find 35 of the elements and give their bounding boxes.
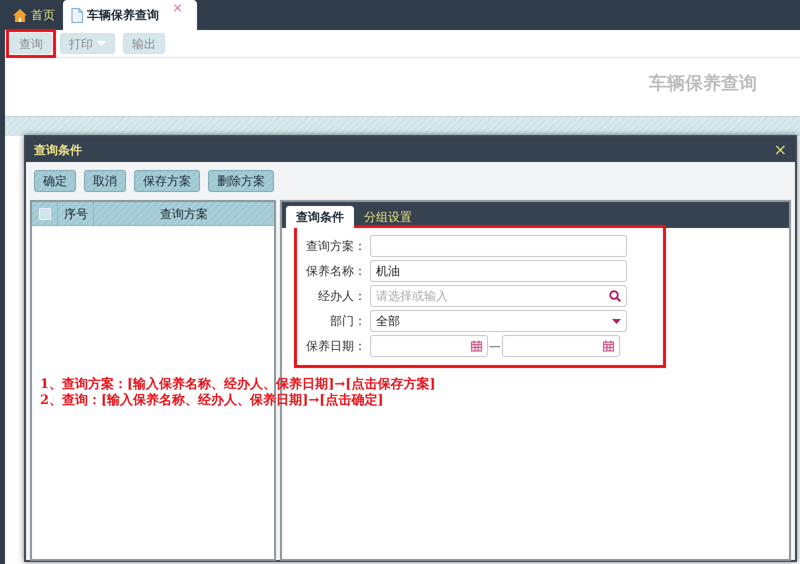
page-title: 车辆保养查询 [649,73,757,94]
dropdown-arrow-icon [612,318,621,324]
dialog-title: 查询条件 [34,142,82,158]
date-field[interactable] [502,335,620,357]
dialog-button[interactable]: 保存方案 [134,170,200,192]
dialog-button[interactable]: 确定 [34,170,76,192]
tab[interactable]: 分组设置 [354,206,422,228]
dropdown-field[interactable]: 全部 [370,310,627,332]
caret-icon [97,41,106,46]
calendar-icon [603,340,614,352]
field-label: 保养名称： [305,263,367,280]
field-label: 经办人： [317,288,367,305]
column-header: 序号 [64,206,88,222]
tab[interactable]: 车辆保养查询 × [63,0,197,30]
document-icon [71,8,83,22]
input-field[interactable]: 机油 [370,260,627,282]
home-icon [13,8,27,22]
range-separator: — [488,338,502,355]
instruction-text: 1、查询方案：[输入保养名称、经办人、保养日期]→[点击保存方案] [40,377,436,392]
tab[interactable]: 查询条件 [286,206,354,228]
field-label: 查询方案： [305,238,367,255]
search-icon [609,290,621,302]
date-field[interactable] [370,335,488,357]
instruction-text: 2、查询：[输入保养名称、经办人、保养日期]→[点击确定] [40,393,385,409]
column-header: 查询方案 [160,206,208,222]
tab[interactable]: 首页 [5,0,63,30]
select-all-checkbox[interactable] [38,208,50,220]
input-field[interactable] [370,235,627,257]
search-field[interactable]: 请选择或输入 [370,285,627,307]
dialog-button[interactable]: 取消 [84,170,126,192]
close-button[interactable]: × [774,142,787,158]
dialog-button[interactable]: 删除方案 [208,170,274,192]
field-label: 部门： [329,313,367,330]
calendar-icon [471,340,482,352]
field-label: 保养日期： [305,338,367,355]
